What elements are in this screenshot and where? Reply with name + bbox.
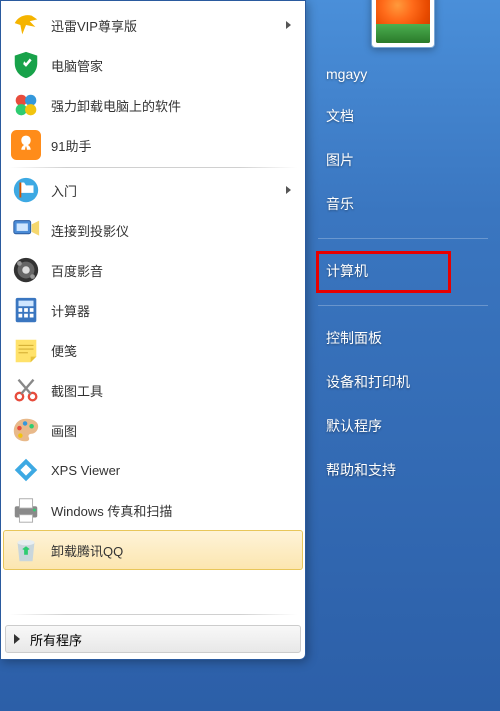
user-picture-flower-icon [376,0,430,43]
menu-item-label: 便笺 [51,341,297,360]
all-programs-button[interactable]: 所有程序 [5,625,301,653]
recent-item-projector[interactable]: 连接到投影仪 [3,210,303,250]
pinned-item-pcmanager[interactable]: 电脑管家 [3,45,303,85]
user-picture-frame[interactable] [371,0,435,48]
pinned-item-91[interactable]: 91助手 [3,125,303,165]
uninstall-tool-icon [11,90,41,120]
recycle-bin-icon [11,535,41,565]
submenu-arrow-icon [286,186,291,194]
menu-item-label: 百度影音 [51,261,297,280]
pinned-item-thunder[interactable]: 迅雷VIP尊享版 [3,5,303,45]
getting-started-icon [11,175,41,205]
arrow-right-icon [14,634,20,644]
right-link-username[interactable]: mgayy [318,58,488,90]
menu-item-label: 入门 [51,181,286,200]
sticky-notes-icon [11,335,41,365]
menu-item-label: 画图 [51,421,297,440]
right-link-computer[interactable]: 计算机 [318,253,488,289]
snipping-tool-icon [11,375,41,405]
menu-item-label: 91助手 [51,136,297,155]
menu-item-label: 截图工具 [51,381,297,400]
recent-item-fax-scan[interactable]: Windows 传真和扫描 [3,490,303,530]
right-link-control-panel[interactable]: 控制面板 [318,320,488,356]
baidu-player-icon [11,255,41,285]
right-settings-links: 控制面板 设备和打印机 默认程序 帮助和支持 [306,316,500,500]
all-programs-label: 所有程序 [30,630,82,649]
recent-item-sticky-notes[interactable]: 便笺 [3,330,303,370]
recent-item-calculator[interactable]: 计算器 [3,290,303,330]
menu-item-label: 卸载腾讯QQ [51,541,297,560]
pc-manager-icon [11,50,41,80]
recent-item-paint[interactable]: 画图 [3,410,303,450]
menu-separator [9,167,297,168]
recent-item-baidu-player[interactable]: 百度影音 [3,250,303,290]
right-link-music[interactable]: 音乐 [318,186,488,222]
calculator-icon [11,295,41,325]
menu-item-label: 计算器 [51,301,297,320]
right-link-pictures[interactable]: 图片 [318,142,488,178]
projector-icon [11,215,41,245]
right-link-default-programs[interactable]: 默认程序 [318,408,488,444]
menu-item-label: 电脑管家 [51,56,297,75]
xps-viewer-icon [11,455,41,485]
start-menu: 迅雷VIP尊享版 电脑管家 强力卸载电脑上的软件 91助手 [0,0,500,711]
menu-item-label: 连接到投影仪 [51,221,297,240]
right-separator [318,238,488,239]
pinned-item-uninstall[interactable]: 强力卸载电脑上的软件 [3,85,303,125]
right-link-devices-printers[interactable]: 设备和打印机 [318,364,488,400]
programs-list: 迅雷VIP尊享版 电脑管家 强力卸载电脑上的软件 91助手 [3,5,303,612]
menu-item-label: Windows 传真和扫描 [51,501,297,520]
recent-item-uninstall-qq[interactable]: 卸载腾讯QQ [3,530,303,570]
right-link-help-support[interactable]: 帮助和支持 [318,452,488,488]
right-system-links: 计算机 [306,249,500,301]
thunder-bird-icon [11,10,41,40]
paint-icon [11,415,41,445]
menu-separator [9,614,297,615]
start-menu-right-pane: mgayy 文档 图片 音乐 计算机 控制面板 设备和打印机 默认程序 帮助和支… [306,0,500,711]
menu-item-label: XPS Viewer [51,463,297,478]
right-link-documents[interactable]: 文档 [318,98,488,134]
right-personal-links: mgayy 文档 图片 音乐 [306,54,500,234]
91-assistant-icon [11,130,41,160]
menu-item-label: 强力卸载电脑上的软件 [51,96,297,115]
recent-item-xps-viewer[interactable]: XPS Viewer [3,450,303,490]
recent-item-snipping-tool[interactable]: 截图工具 [3,370,303,410]
start-menu-left-pane: 迅雷VIP尊享版 电脑管家 强力卸载电脑上的软件 91助手 [0,0,306,660]
right-separator [318,305,488,306]
menu-item-label: 迅雷VIP尊享版 [51,16,286,35]
submenu-arrow-icon [286,21,291,29]
recent-item-getting-started[interactable]: 入门 [3,170,303,210]
fax-scan-icon [11,495,41,525]
all-programs-container: 所有程序 [3,621,303,657]
